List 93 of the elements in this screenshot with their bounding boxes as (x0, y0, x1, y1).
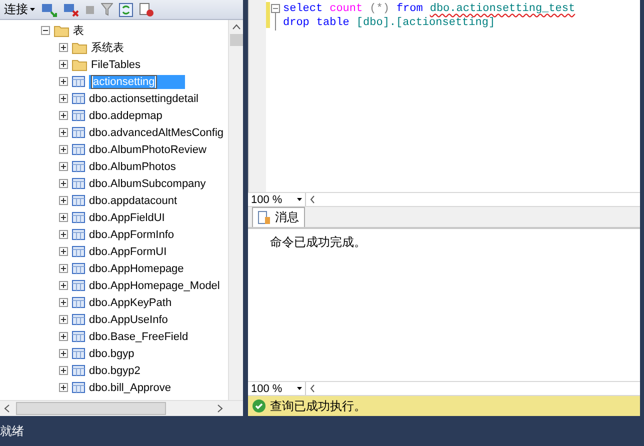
tree-node-label[interactable]: FileTables (91, 58, 141, 70)
expand-icon[interactable] (59, 298, 68, 307)
expand-icon[interactable] (59, 94, 68, 103)
tree-node-label[interactable]: 表 (73, 23, 84, 38)
tree-node-label[interactable]: dbo.Base_FreeField (89, 330, 188, 342)
folder-icon (72, 58, 87, 70)
expand-icon[interactable] (59, 179, 68, 188)
expand-icon[interactable] (59, 60, 68, 69)
tree-node-label[interactable]: dbo.appdatacount (89, 194, 178, 206)
vertical-scrollbar[interactable] (228, 20, 243, 400)
connect-server-icon[interactable] (41, 2, 57, 16)
messages-icon (258, 210, 271, 224)
check-icon (252, 399, 266, 413)
table-icon (72, 382, 85, 393)
tree-node-label[interactable]: dbo.bgyp2 (89, 364, 140, 376)
expand-icon[interactable] (59, 145, 68, 154)
tree-node-label[interactable]: dbo.addepmap (89, 110, 162, 122)
expand-icon[interactable] (59, 281, 68, 290)
expand-icon[interactable] (59, 213, 68, 222)
tree-node-label[interactable]: dbo.AppFieldUI (89, 212, 165, 224)
expand-icon[interactable] (59, 315, 68, 324)
tree-node-label[interactable]: dbo.AppHomepage (89, 262, 184, 274)
connect-button[interactable]: 连接 (4, 1, 35, 18)
tree-node-label[interactable]: dbo.AlbumSubcompany (89, 178, 206, 190)
scroll-thumb[interactable] (16, 402, 166, 415)
tree-node-label[interactable]: dbo.actionsettingdetail (89, 92, 198, 104)
query-status-text: 查询已成功执行。 (270, 398, 366, 414)
result-message: 命令已成功完成。 (270, 235, 366, 249)
tree-node-label[interactable]: dbo.bgyp (89, 348, 134, 360)
table-icon (72, 297, 85, 308)
code-token: (*) (370, 3, 390, 15)
table-icon (72, 212, 85, 223)
tree-node-label[interactable]: dbo.AppHomepage_Model (89, 280, 220, 292)
tree-node-label[interactable]: 系统表 (91, 40, 124, 55)
expand-icon[interactable] (59, 77, 68, 86)
tree-node-label[interactable]: dbo.AppFormUI (89, 246, 167, 258)
table-icon (72, 93, 85, 104)
expand-icon[interactable] (59, 128, 68, 137)
horizontal-scrollbar[interactable] (0, 400, 243, 416)
code-token: count (330, 3, 363, 15)
table-icon (72, 161, 85, 172)
expand-icon[interactable] (59, 196, 68, 205)
query-editor[interactable]: select count (*) from dbo.actionsetting_test drop table [dbo].[actionsetting] (248, 0, 640, 192)
code-token: select (283, 3, 323, 15)
table-icon (72, 229, 85, 240)
table-icon (72, 246, 85, 257)
tree-node-label[interactable]: dbo.AlbumPhotos (89, 160, 176, 172)
code-token: dbo.actionsetting_test (430, 3, 576, 15)
expand-icon[interactable] (59, 247, 68, 256)
filter-icon[interactable] (101, 3, 113, 16)
caret-icon (30, 8, 35, 11)
expand-icon[interactable] (59, 43, 68, 52)
tree-node-label[interactable]: dbo.bill_Approve (89, 382, 171, 394)
expand-icon[interactable] (59, 230, 68, 239)
table-icon (72, 348, 85, 359)
results-tab[interactable]: 消息 (252, 207, 305, 227)
tree-node-label[interactable]: dbo.AlbumPhotoReview (89, 144, 206, 156)
table-icon (72, 195, 85, 206)
folder-icon (54, 24, 69, 36)
table-icon (72, 110, 85, 121)
expand-icon[interactable] (59, 111, 68, 120)
table-icon (72, 178, 85, 189)
report-icon[interactable] (139, 2, 154, 16)
code-token: from (396, 3, 423, 15)
disconnect-server-icon[interactable] (63, 2, 79, 16)
tree-node-label[interactable]: dbo.AppKeyPath (89, 296, 172, 308)
code-token: [dbo].[actionsetting] (356, 17, 496, 29)
expand-icon[interactable] (59, 162, 68, 171)
tree-node-label[interactable]: dbo.advancedAltMesConfig (89, 126, 224, 138)
table-icon (72, 76, 85, 87)
table-icon (72, 314, 85, 325)
code-token: table (316, 17, 350, 29)
scroll-thumb[interactable] (230, 34, 242, 46)
table-icon (72, 263, 85, 274)
expand-icon[interactable] (59, 383, 68, 392)
refresh-icon[interactable] (119, 2, 133, 16)
table-icon (72, 280, 85, 291)
caret-icon (297, 387, 302, 390)
code-token: drop (283, 17, 310, 29)
tree-node-label[interactable]: dbo.AppFormInfo (89, 228, 174, 240)
tree-node-label[interactable]: dbo.AppUseInfo (89, 314, 168, 326)
table-icon (72, 144, 85, 155)
table-icon (72, 331, 85, 342)
expand-icon[interactable] (59, 332, 68, 341)
folder-icon (72, 42, 87, 54)
table-icon (72, 127, 85, 138)
table-icon (72, 365, 85, 376)
expand-icon[interactable] (59, 349, 68, 358)
caret-icon (297, 198, 302, 201)
collapse-icon[interactable] (41, 26, 50, 35)
expand-icon[interactable] (59, 264, 68, 273)
expand-icon[interactable] (59, 366, 68, 375)
status-text: 就绪 (0, 422, 24, 440)
